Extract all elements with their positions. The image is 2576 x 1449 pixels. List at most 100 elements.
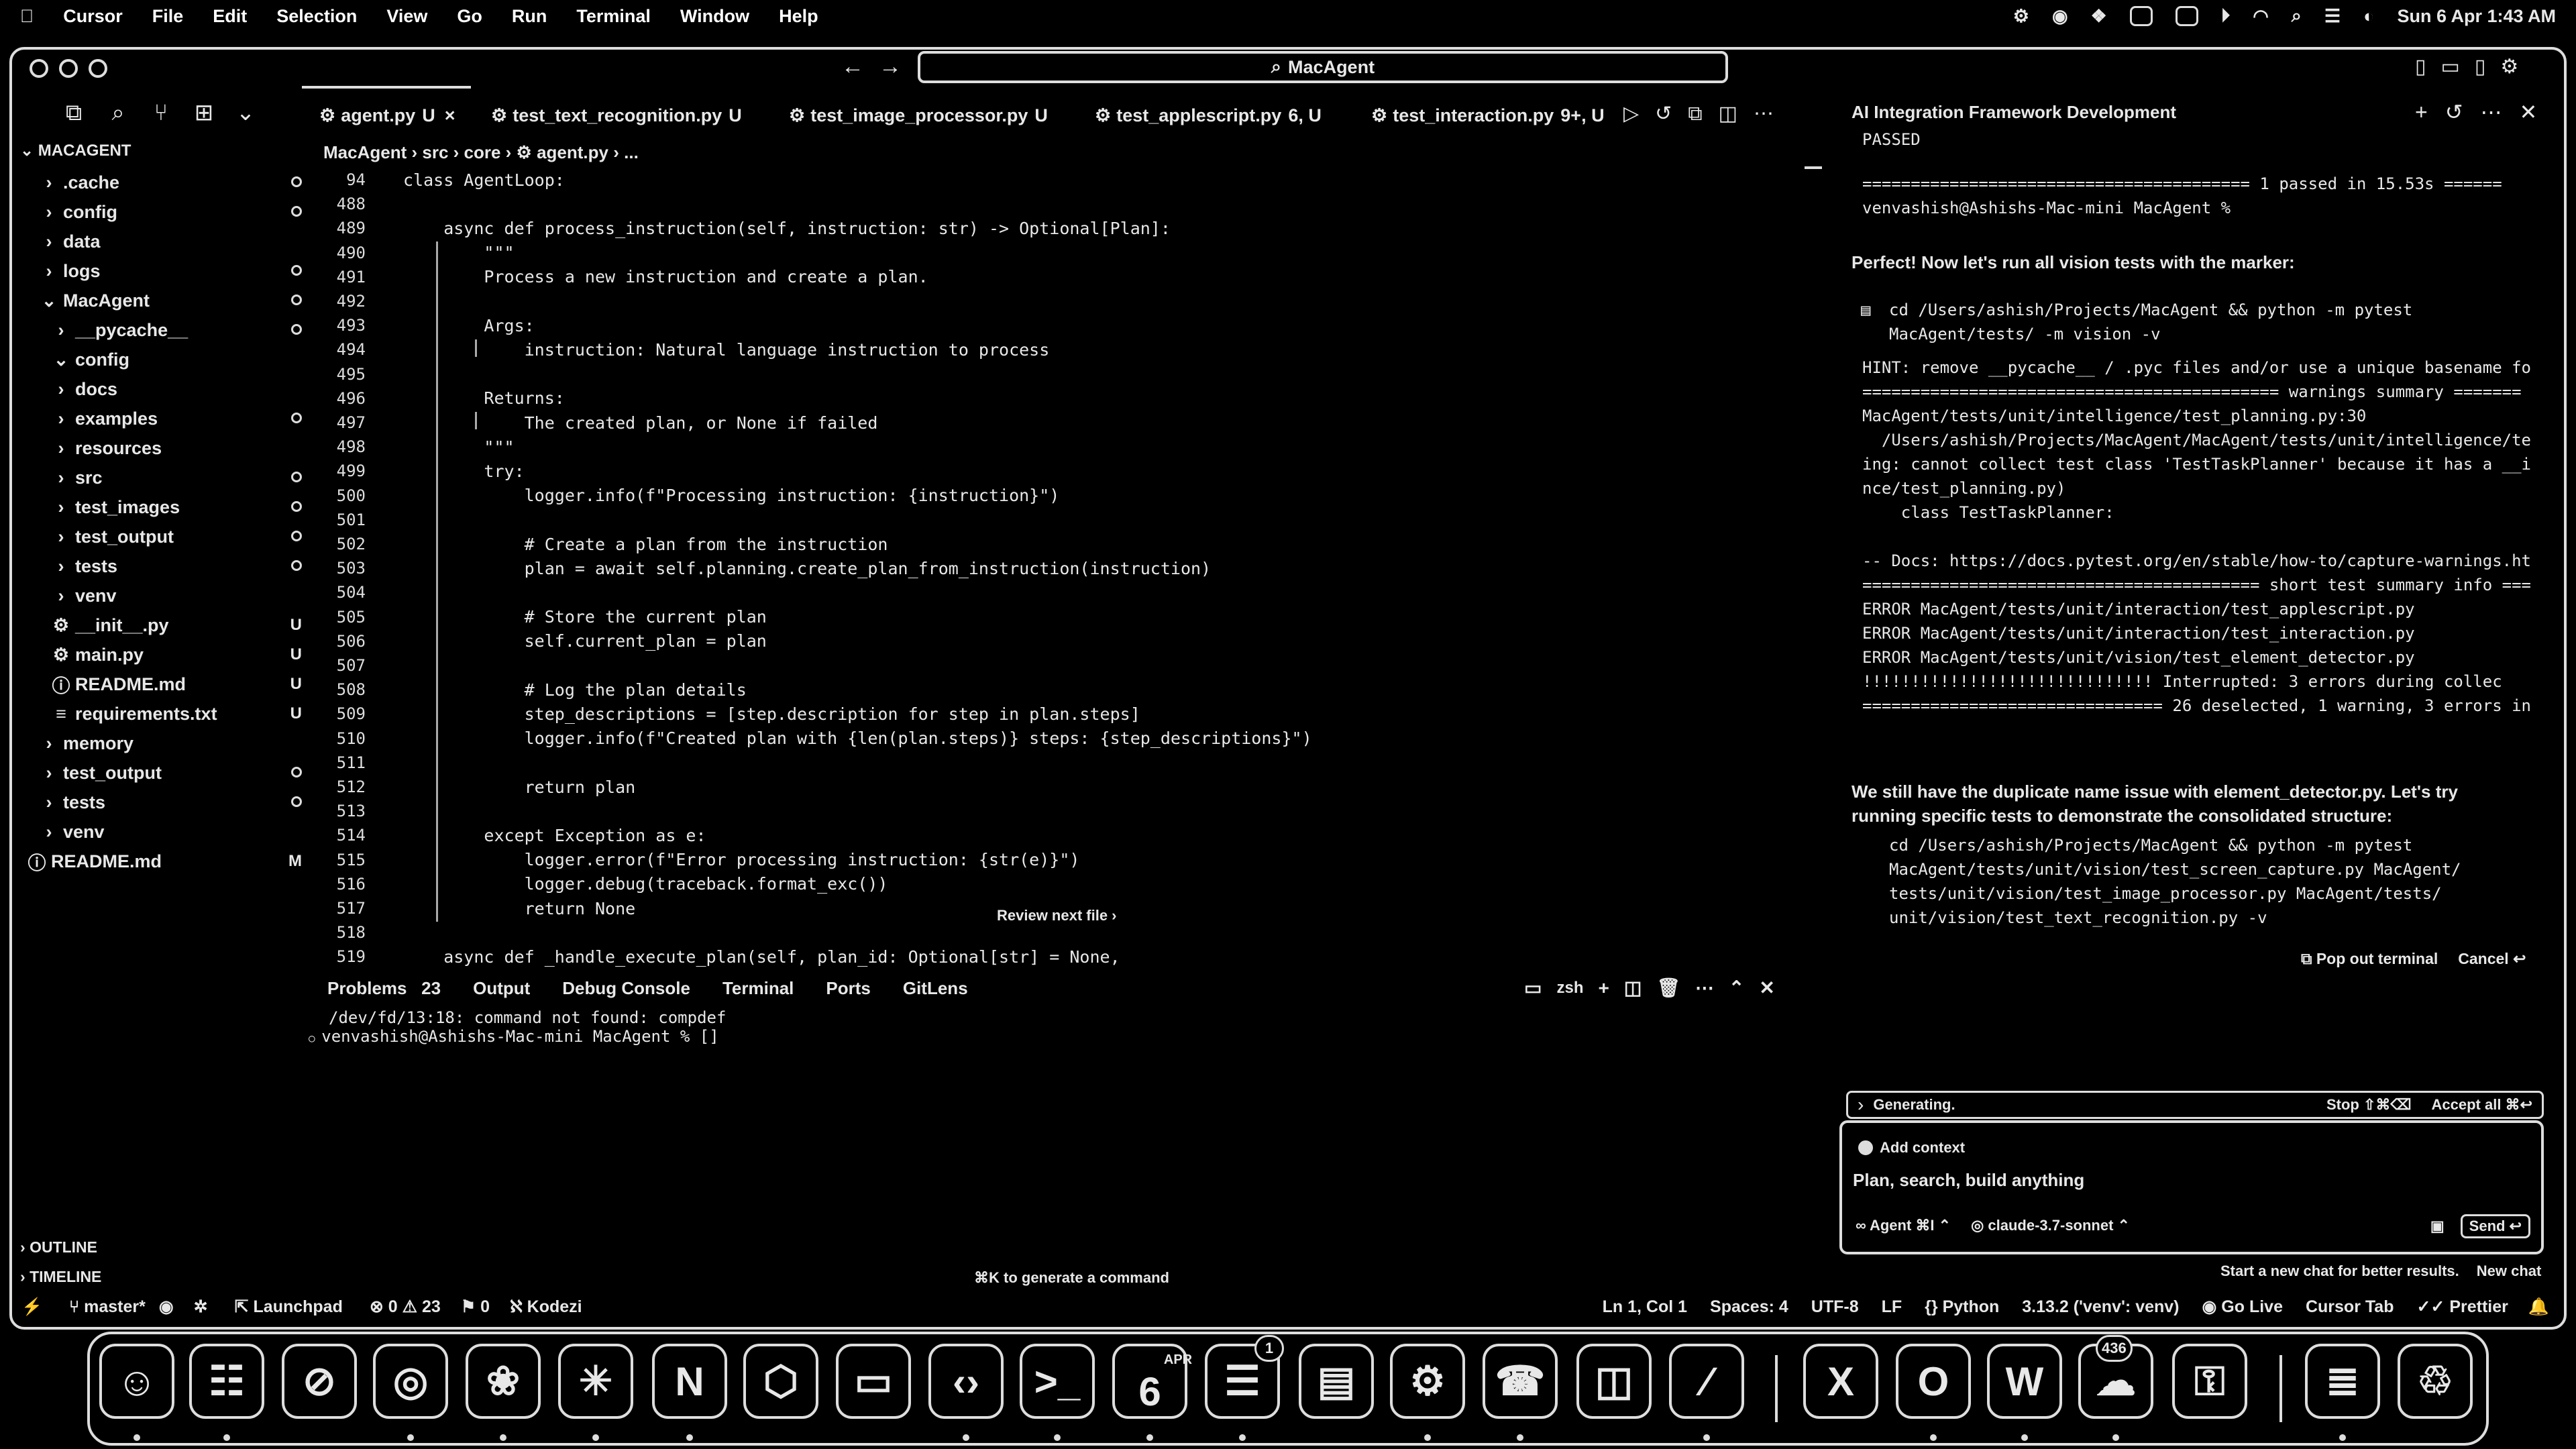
remote-icon[interactable]: ⚡: [21, 1297, 42, 1317]
breadcrumb-item[interactable]: src: [422, 142, 448, 162]
dock-word-icon[interactable]: W: [1987, 1344, 2062, 1419]
stop-button[interactable]: Stop ⇧⌘⌫: [2326, 1096, 2412, 1114]
trash-icon[interactable]: 🗑: [1656, 977, 1680, 999]
tree-item[interactable]: › __pycache__: [27, 315, 302, 345]
toggle-panel-icon[interactable]: ▭: [2441, 55, 2460, 78]
more-views-chevron-icon[interactable]: ⌄: [232, 99, 259, 126]
record-status-icon[interactable]: ◉: [2052, 6, 2068, 27]
tree-item[interactable]: › config: [27, 197, 302, 227]
minimize-window-button[interactable]: [59, 59, 78, 78]
dock-blocker-icon[interactable]: ⊘: [282, 1344, 357, 1419]
extensions-icon[interactable]: ⊞: [191, 99, 217, 126]
agent-mode-select[interactable]: ∞ Agent ⌘I ⌃: [1856, 1217, 1951, 1234]
tab-agent-py[interactable]: ⚙ agent.py U ×: [319, 101, 455, 130]
split-editor-icon[interactable]: ◫: [1719, 102, 1737, 125]
review-next-file-link[interactable]: Review next file ›: [997, 907, 1117, 924]
toggle-secondary-sidebar-icon[interactable]: ▯: [2475, 55, 2486, 78]
language-mode[interactable]: {} Python: [1925, 1297, 1999, 1317]
tab-test-applescript[interactable]: ⚙ test_applescript.py 6, U: [1095, 101, 1322, 130]
model-select[interactable]: ◎ claude-3.7-sonnet ⌃: [1971, 1217, 2130, 1234]
tree-item[interactable]: ⚙ __init__.py U: [27, 610, 302, 640]
maximize-panel-icon[interactable]: ⌃: [1729, 977, 1744, 999]
dock-notion-icon[interactable]: N: [652, 1344, 727, 1419]
menu-app-cursor[interactable]: Cursor: [63, 6, 123, 27]
menu-selection[interactable]: Selection: [276, 6, 357, 27]
menu-edit[interactable]: Edit: [213, 6, 247, 27]
dock-claude-icon[interactable]: ✳: [558, 1344, 633, 1419]
close-window-button[interactable]: [30, 59, 48, 78]
dock-terminal-icon[interactable]: >_: [1020, 1344, 1095, 1419]
tree-item[interactable]: ⌄ config: [27, 345, 302, 374]
apple-menu-icon[interactable]: : [20, 6, 34, 27]
history-icon[interactable]: ↺: [2445, 99, 2463, 125]
tab-gitlens[interactable]: GitLens: [903, 978, 968, 999]
dock-trello-icon[interactable]: ◫: [1576, 1344, 1652, 1419]
tab-terminal[interactable]: Terminal: [722, 978, 794, 999]
add-context-button[interactable]: Add context: [1858, 1139, 1965, 1157]
dock-keychain-icon[interactable]: ⚿: [2172, 1344, 2247, 1419]
breadcrumb-item[interactable]: ...: [624, 142, 639, 162]
terminal-output[interactable]: /dev/fd/13:18: command not found: compde…: [309, 1008, 726, 1046]
compare-icon[interactable]: ⧉: [1688, 103, 1702, 125]
extension-status-icon[interactable]: ❖: [2091, 6, 2107, 27]
send-button[interactable]: Send ↩: [2460, 1214, 2530, 1238]
tab-close-icon[interactable]: ×: [445, 105, 455, 126]
tree-item[interactable]: › memory: [27, 729, 302, 758]
tree-item[interactable]: › test_images: [27, 492, 302, 522]
dock-excel-icon[interactable]: X: [1803, 1344, 1878, 1419]
toggle-sidebar-icon[interactable]: ▯: [2415, 55, 2426, 78]
dock-outlook-icon[interactable]: O: [1896, 1344, 1971, 1419]
dock-whatsapp-icon[interactable]: ☎: [1483, 1344, 1558, 1419]
close-chat-icon[interactable]: ✕: [2520, 99, 2538, 125]
tree-item[interactable]: › venv: [27, 581, 302, 610]
tree-item[interactable]: ⌄ MacAgent: [27, 286, 302, 315]
back-arrow-icon[interactable]: ←: [841, 54, 864, 80]
siri-icon[interactable]: ◐: [2363, 6, 2374, 27]
accept-all-button[interactable]: Accept all ⌘↩: [2432, 1096, 2532, 1114]
outline-section[interactable]: › OUTLINE: [20, 1238, 97, 1256]
play-status-icon[interactable]: ⏵: [2221, 5, 2231, 27]
launchpad-item[interactable]: ⇱ Launchpad: [235, 1297, 343, 1317]
tree-item[interactable]: ⚙ main.py U: [27, 640, 302, 669]
tree-item[interactable]: › examples: [27, 404, 302, 433]
line-ending[interactable]: LF: [1882, 1297, 1902, 1317]
breadcrumb-item[interactable]: MacAgent: [323, 142, 407, 162]
run-icon[interactable]: ▷: [1623, 102, 1639, 125]
spotlight-search-icon[interactable]: ⌕: [2292, 5, 2302, 27]
split-terminal-icon[interactable]: ◫: [1624, 977, 1642, 999]
tree-item[interactable]: › .cache: [27, 168, 302, 197]
menu-file[interactable]: File: [152, 6, 184, 27]
tree-item[interactable]: › data: [27, 227, 302, 256]
info-item[interactable]: ⚑ 0: [461, 1297, 490, 1317]
dock-documents-icon[interactable]: ≣: [2305, 1344, 2380, 1419]
dock-vscode-icon[interactable]: ‹›: [928, 1344, 1004, 1419]
dock-cursor-app-icon[interactable]: ∕: [1669, 1344, 1744, 1419]
dock-finder-icon[interactable]: ☺: [99, 1344, 174, 1419]
wifi-icon[interactable]: ◠: [2253, 6, 2269, 27]
notifications-bell-icon[interactable]: 🔔: [2528, 1297, 2549, 1317]
chevron-right-icon[interactable]: ›: [1858, 1094, 1864, 1116]
tree-item[interactable]: ≡ requirements.txt U: [27, 699, 302, 729]
tree-item[interactable]: › resources: [27, 433, 302, 463]
history-icon[interactable]: ↺: [1655, 102, 1672, 125]
branch-item[interactable]: ⑂ master*: [69, 1297, 146, 1317]
dock-chatgpt-icon[interactable]: ❀: [466, 1344, 541, 1419]
cursor-position[interactable]: Ln 1, Col 1: [1603, 1297, 1687, 1317]
menu-go[interactable]: Go: [457, 6, 482, 27]
tab-test-text-recognition[interactable]: ⚙ test_text_recognition.py U: [491, 101, 742, 130]
settings-gear-icon[interactable]: ⚙: [2500, 55, 2518, 78]
menu-window[interactable]: Window: [680, 6, 749, 27]
more-actions-icon[interactable]: ⋯: [1695, 977, 1714, 999]
encoding[interactable]: UTF-8: [1811, 1297, 1859, 1317]
tree-item[interactable]: › venv: [27, 817, 302, 847]
breadcrumb-item[interactable]: agent.py: [537, 142, 608, 162]
dock-wallet-icon[interactable]: ▤: [1299, 1344, 1374, 1419]
shell-name[interactable]: zsh: [1556, 979, 1583, 998]
new-chat-icon[interactable]: +: [2415, 100, 2428, 125]
menu-view[interactable]: View: [386, 6, 427, 27]
tree-item[interactable]: ⓘ README.md M: [27, 847, 303, 876]
tree-item[interactable]: › tests: [27, 788, 302, 817]
image-attach-icon[interactable]: ▣: [2430, 1218, 2445, 1235]
source-control-icon[interactable]: ⑂: [148, 99, 174, 126]
dock-box-icon[interactable]: ⬡: [743, 1344, 818, 1419]
